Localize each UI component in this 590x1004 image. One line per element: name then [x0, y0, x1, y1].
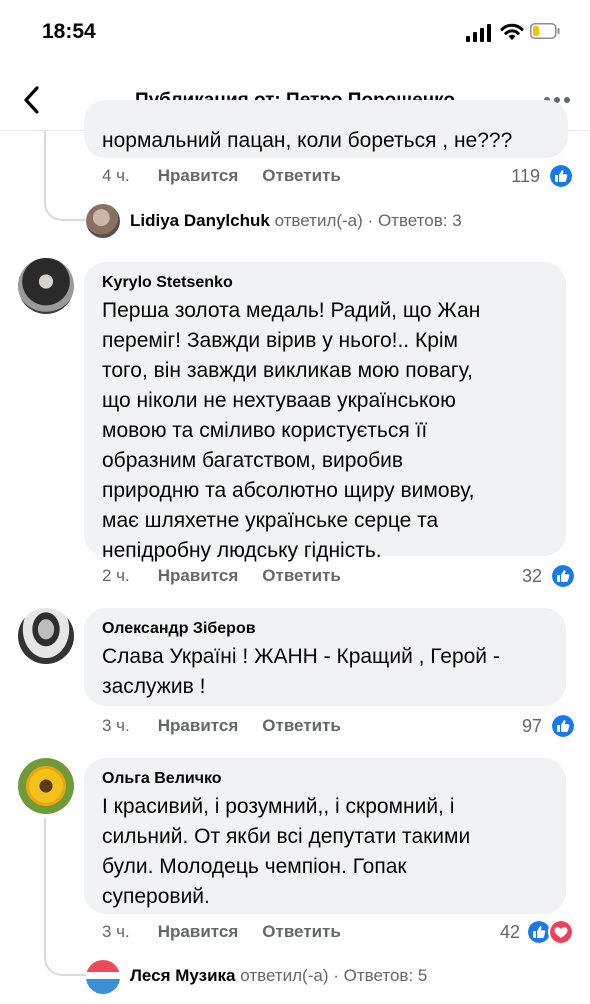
comment-text-line: непідробну людську гідність.: [102, 539, 382, 562]
comment-text-line: природню та абсолютно щиру вимову,: [102, 479, 475, 502]
comment-bubble: Ольга Величко І красивий, і розумний,, і…: [84, 758, 566, 914]
comment-time: 4 ч.: [102, 166, 130, 185]
reactions-count[interactable]: 97: [494, 716, 542, 737]
wifi-icon: [500, 23, 524, 40]
like-button[interactable]: Нравится: [158, 922, 239, 942]
reply-author-name: Леся Музика: [130, 966, 236, 985]
like-button[interactable]: Нравится: [158, 566, 239, 586]
comment-text-line: мовою та сміливо користується її: [102, 419, 428, 442]
reply-button[interactable]: Ответить: [262, 716, 341, 736]
reply-preview[interactable]: Леся Музика ответил(-а) · Ответов: 5: [130, 966, 427, 986]
author-avatar[interactable]: [18, 608, 74, 664]
thread-connector: [44, 193, 86, 221]
comment-text-line: Перша золота медаль! Радий, що Жан: [102, 299, 481, 322]
comment-actions: 3 ч. Нравится Ответить: [102, 922, 341, 942]
reply-author-avatar[interactable]: [86, 204, 120, 238]
comment-text-line: того, він завжди викликав мою повагу,: [102, 359, 473, 382]
reply-button[interactable]: Ответить: [262, 166, 341, 186]
comment-time: 3 ч.: [102, 716, 130, 735]
reactions-count[interactable]: 42: [470, 922, 520, 943]
comment-actions: 4 ч. Нравится Ответить: [102, 166, 341, 186]
comment-text-line: переміг! Завжди вірив у нього!.. Крім: [102, 329, 458, 352]
comment-text-line: суперовий.: [102, 885, 210, 908]
reply-count: Ответов: 5: [343, 966, 428, 985]
love-reaction-icon: [548, 919, 574, 945]
comment-author[interactable]: Олександр Зіберов: [102, 620, 548, 638]
status-time: 18:54: [42, 20, 96, 43]
comment-text-line: сильний. От якби всі депутати такими: [102, 825, 471, 848]
reply-separator: ·: [333, 966, 339, 985]
comment-actions: 3 ч. Нравится Ответить: [102, 716, 341, 736]
reply-button[interactable]: Ответить: [262, 922, 341, 942]
reply-button[interactable]: Ответить: [262, 566, 341, 586]
reply-author-avatar[interactable]: [86, 960, 120, 994]
comment-text-line: заслужив !: [102, 675, 206, 698]
comment-text-line: має шляхетне українське серце та: [102, 509, 439, 532]
reactions-count[interactable]: 119: [494, 166, 540, 187]
reply-separator: ·: [367, 211, 374, 230]
reply-preview[interactable]: Lidiya Danylchuk ответил(-а) · Ответов: …: [130, 211, 462, 231]
like-reaction-icon: [550, 713, 576, 739]
comment-text: нормальний пацан, коли бореться , не???: [102, 129, 513, 152]
thread-line: [44, 818, 46, 958]
thread-connector: [44, 948, 86, 976]
reply-action: ответил(-а): [274, 211, 363, 230]
signal-icon: [466, 24, 491, 42]
like-button[interactable]: Нравится: [158, 166, 239, 186]
reactions-count[interactable]: 32: [494, 566, 542, 587]
comment-author[interactable]: Ольга Величко: [102, 770, 548, 788]
comment-text-line: Слава Україні ! ЖАНН - Кращий , Герой -: [102, 645, 500, 668]
author-avatar[interactable]: [18, 258, 74, 314]
comment-text-line: образним багатством, виробив: [102, 449, 404, 472]
author-avatar[interactable]: [18, 758, 74, 814]
like-reaction-icon: [548, 163, 574, 189]
reply-action: ответил(-а): [240, 966, 329, 985]
comment-time: 2 ч.: [102, 566, 130, 585]
comment-actions: 2 ч. Нравится Ответить: [102, 566, 341, 586]
comment-text-line: І красивий, і розумний,, і скромний, і: [102, 795, 455, 818]
comment-text-line: що ніколи не нехтуваав українською: [102, 389, 456, 412]
comment-bubble: Олександр Зіберов Слава Україні ! ЖАНН -…: [84, 608, 566, 706]
comment-bubble: Kyrylo Stetsenko Перша золота медаль! Ра…: [84, 262, 566, 562]
reply-count: Ответов: 3: [377, 211, 462, 230]
like-button[interactable]: Нравится: [158, 716, 239, 736]
battery-icon: [530, 23, 560, 39]
reply-author-name: Lidiya Danylchuk: [130, 211, 270, 230]
like-reaction-icon: [550, 563, 576, 589]
comment-author[interactable]: Kyrylo Stetsenko: [102, 274, 548, 292]
comment-text-line: були. Молодець чемпіон. Гопак: [102, 855, 407, 878]
comment-time: 3 ч.: [102, 922, 130, 941]
header-overlay: [0, 84, 590, 130]
